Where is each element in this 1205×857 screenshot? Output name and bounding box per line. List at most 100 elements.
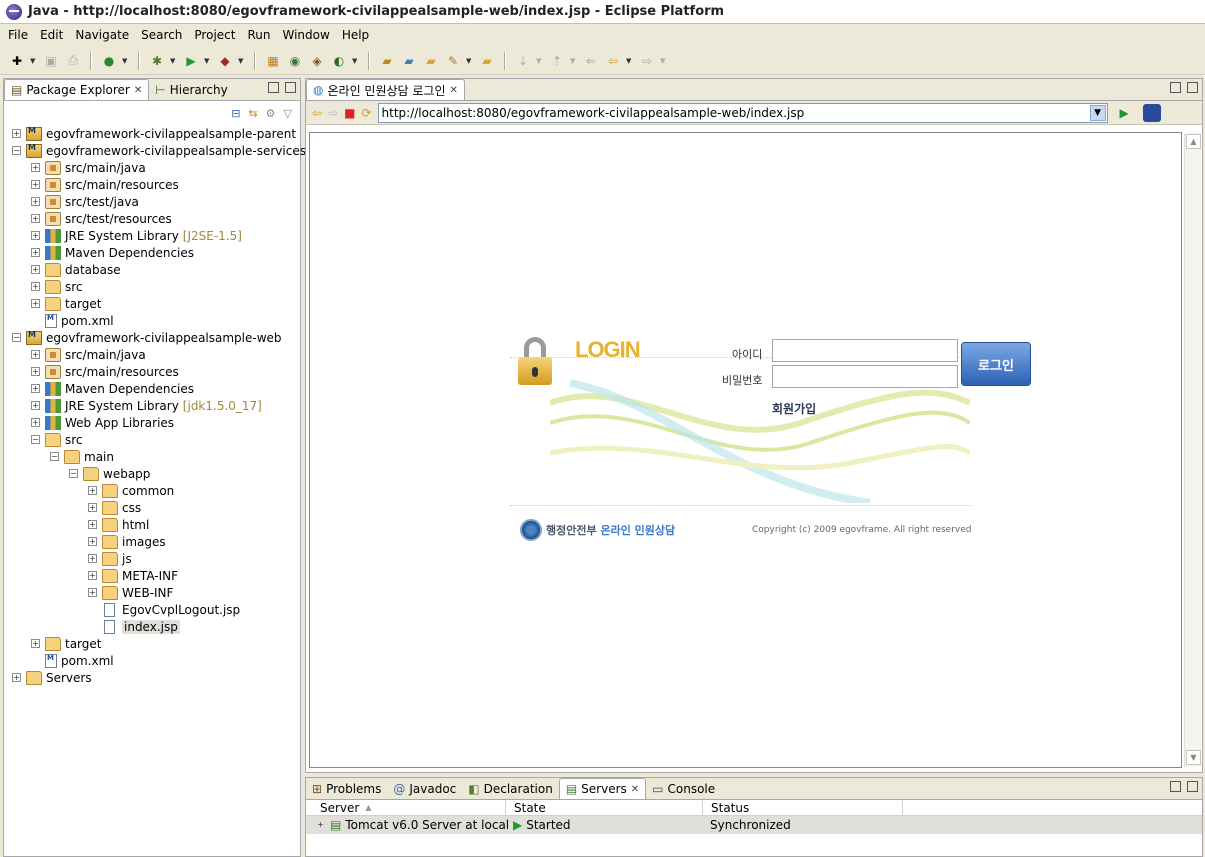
tab-hierarchy[interactable]: ⊢ Hierarchy [149, 79, 233, 100]
server-dropdown-icon[interactable]: ▼ [122, 57, 130, 65]
tree-item[interactable]: + Web App Libraries [31, 414, 174, 431]
collapse-icon[interactable]: − [12, 333, 21, 342]
expand-icon[interactable]: + [12, 129, 21, 138]
expand-icon[interactable]: + [31, 350, 40, 359]
close-icon[interactable]: ✕ [450, 85, 458, 96]
tree-item[interactable]: + src/main/java [31, 346, 146, 363]
print-icon[interactable]: ⎙ [64, 52, 82, 70]
column-header-state[interactable]: State [506, 800, 703, 815]
collapse-icon[interactable]: − [69, 469, 78, 478]
tree-item[interactable]: + images [88, 533, 166, 550]
expand-icon[interactable]: + [31, 367, 40, 376]
new-class-icon[interactable]: ◉ [286, 52, 304, 70]
run-icon[interactable]: ▶ [182, 52, 200, 70]
tree-item[interactable]: + src/test/java [31, 193, 139, 210]
expand-icon[interactable]: + [31, 282, 40, 291]
new-package-icon[interactable]: ▦ [264, 52, 282, 70]
eclipse-browser-icon[interactable] [1142, 103, 1161, 122]
chevron-down-icon[interactable]: ▼ [1089, 104, 1106, 121]
forward-icon[interactable]: ⇨ [638, 52, 656, 70]
expand-icon[interactable]: + [31, 299, 40, 308]
join-link[interactable]: 회원가입 [772, 400, 816, 417]
menu-navigate[interactable]: Navigate [69, 28, 135, 42]
minimize-icon[interactable] [1170, 781, 1181, 792]
close-icon[interactable]: ✕ [631, 784, 639, 795]
debug-icon[interactable]: ✱ [148, 52, 166, 70]
tree-item[interactable]: + target [31, 635, 102, 652]
tree-item[interactable]: + common [88, 482, 174, 499]
tree-item[interactable]: + src/main/java [31, 159, 146, 176]
tree-item[interactable]: pom.xml [31, 652, 114, 669]
tree-item[interactable]: − egovframework-civilappealsample-service… [12, 142, 306, 159]
url-input[interactable]: http://localhost:8080/egovframework-civi… [377, 102, 1108, 123]
tab-console[interactable]: ▭ Console [646, 778, 721, 799]
stop-icon[interactable]: ■ [344, 106, 355, 120]
tree-item[interactable]: EgovCvplLogout.jsp [88, 601, 240, 618]
open-folder-icon[interactable]: ▰ [422, 52, 440, 70]
tree-item[interactable]: + js [88, 550, 132, 567]
column-header-status[interactable]: Status [703, 800, 903, 815]
open-type-icon[interactable]: ▰ [378, 52, 396, 70]
tree-item[interactable]: index.jsp [88, 618, 180, 635]
open-task-icon[interactable]: ▰ [400, 52, 418, 70]
new-interface-icon[interactable]: ◈ [308, 52, 326, 70]
menu-window[interactable]: Window [276, 28, 335, 42]
tree-item[interactable]: + WEB-INF [88, 584, 173, 601]
search-dropdown-icon[interactable]: ▼ [466, 57, 474, 65]
expand-icon[interactable]: + [31, 214, 40, 223]
expand-icon[interactable]: + [31, 197, 40, 206]
back-icon[interactable]: ⇦ [312, 106, 322, 120]
new-wizard-icon[interactable]: ◐ [330, 52, 348, 70]
back-icon[interactable]: ⇦ [604, 52, 622, 70]
tree-item[interactable]: pom.xml [31, 312, 114, 329]
next-annotation-icon[interactable]: ⇣ [514, 52, 532, 70]
server-icon[interactable]: ● [100, 52, 118, 70]
new-dropdown-icon[interactable]: ▼ [30, 57, 38, 65]
expand-icon[interactable]: + [31, 639, 40, 648]
expand-icon[interactable]: + [88, 571, 97, 580]
expand-icon[interactable]: + [31, 418, 40, 427]
tree-item[interactable]: + Maven Dependencies [31, 244, 194, 261]
tree-item[interactable]: + src/main/resources [31, 363, 179, 380]
tree-item[interactable]: + html [88, 516, 149, 533]
tree-item[interactable]: + css [88, 499, 141, 516]
tab-package-explorer[interactable]: ▤ Package Explorer ✕ [4, 79, 150, 100]
expand-icon[interactable]: + [88, 588, 97, 597]
tree-item[interactable]: + META-INF [88, 567, 178, 584]
new-icon[interactable]: ✚ [8, 52, 26, 70]
collapse-icon[interactable]: − [50, 452, 59, 461]
vertical-scrollbar[interactable]: ▲ ▼ [1184, 133, 1201, 767]
collapse-icon[interactable]: − [12, 146, 21, 155]
expand-icon[interactable]: + [88, 520, 97, 529]
tree-item[interactable]: + target [31, 295, 102, 312]
forward-dropdown-icon[interactable]: ▼ [660, 57, 668, 65]
expand-icon[interactable]: + [31, 180, 40, 189]
expand-icon[interactable]: + [31, 163, 40, 172]
expand-icon[interactable]: + [88, 486, 97, 495]
menu-file[interactable]: File [2, 28, 34, 42]
tab-servers[interactable]: ▤ Servers ✕ [558, 778, 647, 799]
filters-icon[interactable]: ⚙ [266, 107, 276, 120]
login-button[interactable]: 로그인 [961, 342, 1031, 386]
minimize-icon[interactable] [1170, 82, 1181, 93]
menu-edit[interactable]: Edit [34, 28, 69, 42]
tree-item[interactable]: + src/test/resources [31, 210, 172, 227]
debug-dropdown-icon[interactable]: ▼ [170, 57, 178, 65]
expand-icon[interactable]: + [88, 503, 97, 512]
prev-annotation-icon[interactable]: ⇡ [548, 52, 566, 70]
open-perspective-icon[interactable]: ▰ [478, 52, 496, 70]
new-wizard-dropdown-icon[interactable]: ▼ [352, 57, 360, 65]
scroll-down-icon[interactable]: ▼ [1186, 750, 1201, 765]
view-menu-icon[interactable]: ▽ [284, 107, 292, 120]
forward-icon[interactable]: ⇨ [328, 106, 338, 120]
tree-item[interactable]: − src [31, 431, 83, 448]
expand-icon[interactable]: + [31, 248, 40, 257]
back-dropdown-icon[interactable]: ▼ [626, 57, 634, 65]
menu-run[interactable]: Run [241, 28, 276, 42]
search-icon[interactable]: ✎ [444, 52, 462, 70]
tab-problems[interactable]: ⊞ Problems [306, 778, 387, 799]
expand-icon[interactable]: + [88, 537, 97, 546]
menu-project[interactable]: Project [188, 28, 241, 42]
tree-item[interactable]: + database [31, 261, 121, 278]
expand-icon[interactable]: + [31, 384, 40, 393]
